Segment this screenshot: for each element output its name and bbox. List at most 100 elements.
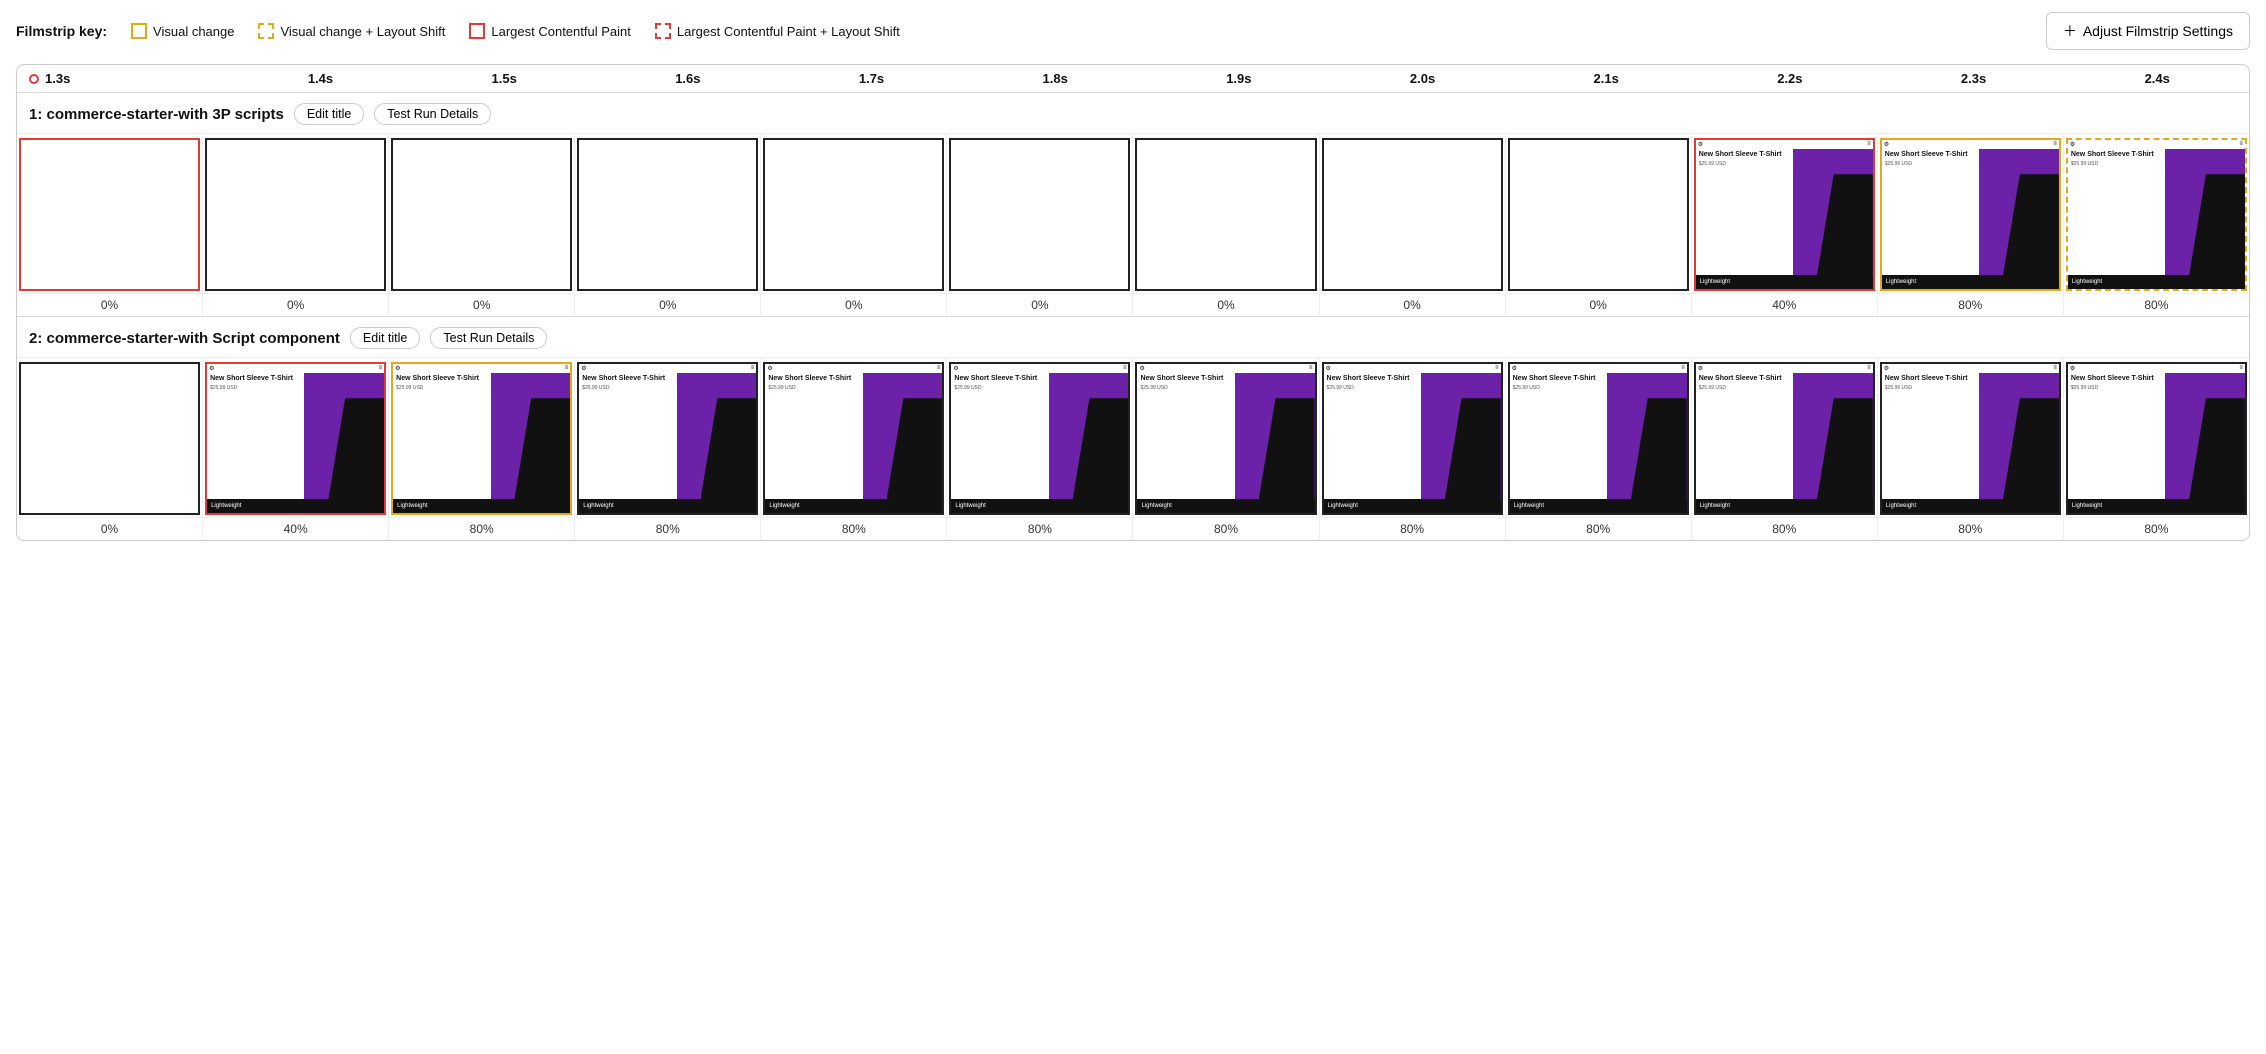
timeline-dot — [29, 74, 39, 84]
row-title-1: 1: commerce-starter-with 3P scripts — [29, 106, 284, 123]
frame-box-1-8 — [1508, 138, 1689, 291]
legend-bar: Filmstrip key: Visual change Visual chan… — [16, 12, 2250, 50]
pct-row-2: 0%40%80%80%80%80%80%80%80%80%80%80% — [17, 518, 2249, 540]
pct-cell-1-11: 80% — [2064, 294, 2249, 316]
frame-box-2-4: ⚙ ≡ New Short Sleeve T-Shirt $25.99 USD … — [763, 362, 944, 515]
frames-area-1: ⚙ ≡ New Short Sleeve T-Shirt $25.99 USD … — [17, 134, 2249, 294]
frame-col-1-5 — [947, 134, 1133, 293]
legend-lcp-layout-label: Largest Contentful Paint + Layout Shift — [677, 24, 900, 39]
frame-col-1-11: ⚙ ≡ New Short Sleeve T-Shirt $25.99 USD … — [2064, 134, 2249, 293]
frame-box-2-11: ⚙ ≡ New Short Sleeve T-Shirt $25.99 USD … — [2066, 362, 2247, 515]
legend-red-dashed-icon — [655, 23, 671, 39]
frame-col-2-4: ⚙ ≡ New Short Sleeve T-Shirt $25.99 USD … — [761, 358, 947, 517]
pct-cell-2-10: 80% — [1878, 518, 2064, 540]
frame-col-2-1: ⚙ ≡ New Short Sleeve T-Shirt $25.99 USD … — [203, 358, 389, 517]
legend-yellow-solid-icon — [131, 23, 147, 39]
frame-box-1-6 — [1135, 138, 1316, 291]
time-cell-2.2s: 2.2s — [1698, 71, 1882, 86]
frame-col-2-10: ⚙ ≡ New Short Sleeve T-Shirt $25.99 USD … — [1878, 358, 2064, 517]
legend-visual-change: Visual change — [131, 23, 234, 39]
frame-col-2-2: ⚙ ≡ New Short Sleeve T-Shirt $25.99 USD … — [389, 358, 575, 517]
frame-col-2-6: ⚙ ≡ New Short Sleeve T-Shirt $25.99 USD … — [1133, 358, 1319, 517]
plus-icon: ＋ — [2063, 21, 2077, 41]
time-cell-1.4s: 1.4s — [229, 71, 413, 86]
time-cell-2.4s: 2.4s — [2065, 71, 2249, 86]
frames-area-2: ⚙ ≡ New Short Sleeve T-Shirt $25.99 USD … — [17, 358, 2249, 518]
frame-box-1-2 — [391, 138, 572, 291]
row-section-2: 2: commerce-starter-with Script componen… — [17, 317, 2249, 540]
frame-col-2-7: ⚙ ≡ New Short Sleeve T-Shirt $25.99 USD … — [1320, 358, 1506, 517]
time-cell-1.9s: 1.9s — [1147, 71, 1331, 86]
edit-title-button-1[interactable]: Edit title — [294, 103, 364, 125]
edit-title-button-2[interactable]: Edit title — [350, 327, 420, 349]
frame-col-1-4 — [761, 134, 947, 293]
test-run-details-button-2[interactable]: Test Run Details — [430, 327, 547, 349]
time-cell-1.3s: 1.3s — [45, 71, 229, 86]
time-cell-2.0s: 2.0s — [1331, 71, 1515, 86]
frame-col-2-11: ⚙ ≡ New Short Sleeve T-Shirt $25.99 USD … — [2064, 358, 2249, 517]
legend-visual-change-label: Visual change — [153, 24, 234, 39]
frame-box-1-10: ⚙ ≡ New Short Sleeve T-Shirt $25.99 USD … — [1880, 138, 2061, 291]
frame-box-1-0 — [19, 138, 200, 291]
legend-yellow-dashed-icon — [258, 23, 274, 39]
frame-box-2-0 — [19, 362, 200, 515]
row-title-2: 2: commerce-starter-with Script componen… — [29, 330, 340, 347]
pct-cell-2-6: 80% — [1133, 518, 1319, 540]
pct-cell-2-2: 80% — [389, 518, 575, 540]
frame-col-1-10: ⚙ ≡ New Short Sleeve T-Shirt $25.99 USD … — [1878, 134, 2064, 293]
pct-cell-2-1: 40% — [203, 518, 389, 540]
pct-cell-1-5: 0% — [947, 294, 1133, 316]
frame-box-2-5: ⚙ ≡ New Short Sleeve T-Shirt $25.99 USD … — [949, 362, 1130, 515]
pct-cell-2-5: 80% — [947, 518, 1133, 540]
frame-col-2-0 — [17, 358, 203, 517]
pct-row-1: 0%0%0%0%0%0%0%0%0%40%80%80% — [17, 294, 2249, 316]
legend-red-solid-icon — [469, 23, 485, 39]
frame-col-1-8 — [1506, 134, 1692, 293]
legend-lcp-label: Largest Contentful Paint — [491, 24, 630, 39]
frame-box-1-9: ⚙ ≡ New Short Sleeve T-Shirt $25.99 USD … — [1694, 138, 1875, 291]
frame-col-1-7 — [1320, 134, 1506, 293]
pct-cell-1-6: 0% — [1133, 294, 1319, 316]
frame-box-2-8: ⚙ ≡ New Short Sleeve T-Shirt $25.99 USD … — [1508, 362, 1689, 515]
frame-col-1-6 — [1133, 134, 1319, 293]
filmstrip-container: 1.3s1.4s1.5s1.6s1.7s1.8s1.9s2.0s2.1s2.2s… — [16, 64, 2250, 541]
frame-col-2-3: ⚙ ≡ New Short Sleeve T-Shirt $25.99 USD … — [575, 358, 761, 517]
time-cell-1.7s: 1.7s — [780, 71, 964, 86]
row-header-2: 2: commerce-starter-with Script componen… — [17, 317, 2249, 358]
legend-lcp: Largest Contentful Paint — [469, 23, 630, 39]
pct-cell-1-8: 0% — [1506, 294, 1692, 316]
frame-box-2-2: ⚙ ≡ New Short Sleeve T-Shirt $25.99 USD … — [391, 362, 572, 515]
pct-cell-1-9: 40% — [1692, 294, 1878, 316]
adjust-filmstrip-settings-button[interactable]: ＋ Adjust Filmstrip Settings — [2046, 12, 2250, 50]
timeline-ruler: 1.3s1.4s1.5s1.6s1.7s1.8s1.9s2.0s2.1s2.2s… — [17, 65, 2249, 93]
frame-col-1-1 — [203, 134, 389, 293]
pct-cell-2-8: 80% — [1506, 518, 1692, 540]
pct-cell-1-7: 0% — [1320, 294, 1506, 316]
test-run-details-button-1[interactable]: Test Run Details — [374, 103, 491, 125]
frame-box-2-9: ⚙ ≡ New Short Sleeve T-Shirt $25.99 USD … — [1694, 362, 1875, 515]
pct-cell-1-3: 0% — [575, 294, 761, 316]
frame-box-1-7 — [1322, 138, 1503, 291]
frame-box-1-5 — [949, 138, 1130, 291]
pct-cell-2-3: 80% — [575, 518, 761, 540]
pct-cell-1-10: 80% — [1878, 294, 2064, 316]
settings-btn-label: Adjust Filmstrip Settings — [2083, 23, 2233, 39]
pct-cell-1-0: 0% — [17, 294, 203, 316]
rows-container: 1: commerce-starter-with 3P scripts Edit… — [17, 93, 2249, 540]
legend-lcp-layout: Largest Contentful Paint + Layout Shift — [655, 23, 900, 39]
row-section-1: 1: commerce-starter-with 3P scripts Edit… — [17, 93, 2249, 317]
frame-box-2-6: ⚙ ≡ New Short Sleeve T-Shirt $25.99 USD … — [1135, 362, 1316, 515]
pct-cell-2-9: 80% — [1692, 518, 1878, 540]
frame-col-1-2 — [389, 134, 575, 293]
pct-cell-1-1: 0% — [203, 294, 389, 316]
frame-col-1-0 — [17, 134, 203, 293]
legend-visual-change-layout: Visual change + Layout Shift — [258, 23, 445, 39]
frame-box-2-3: ⚙ ≡ New Short Sleeve T-Shirt $25.99 USD … — [577, 362, 758, 515]
timeline-times: 1.3s1.4s1.5s1.6s1.7s1.8s1.9s2.0s2.1s2.2s… — [45, 71, 2249, 86]
pct-cell-2-11: 80% — [2064, 518, 2249, 540]
time-cell-1.8s: 1.8s — [963, 71, 1147, 86]
frame-col-1-9: ⚙ ≡ New Short Sleeve T-Shirt $25.99 USD … — [1692, 134, 1878, 293]
frame-box-1-11: ⚙ ≡ New Short Sleeve T-Shirt $25.99 USD … — [2066, 138, 2247, 291]
legend-title: Filmstrip key: — [16, 23, 107, 39]
time-cell-1.5s: 1.5s — [412, 71, 596, 86]
